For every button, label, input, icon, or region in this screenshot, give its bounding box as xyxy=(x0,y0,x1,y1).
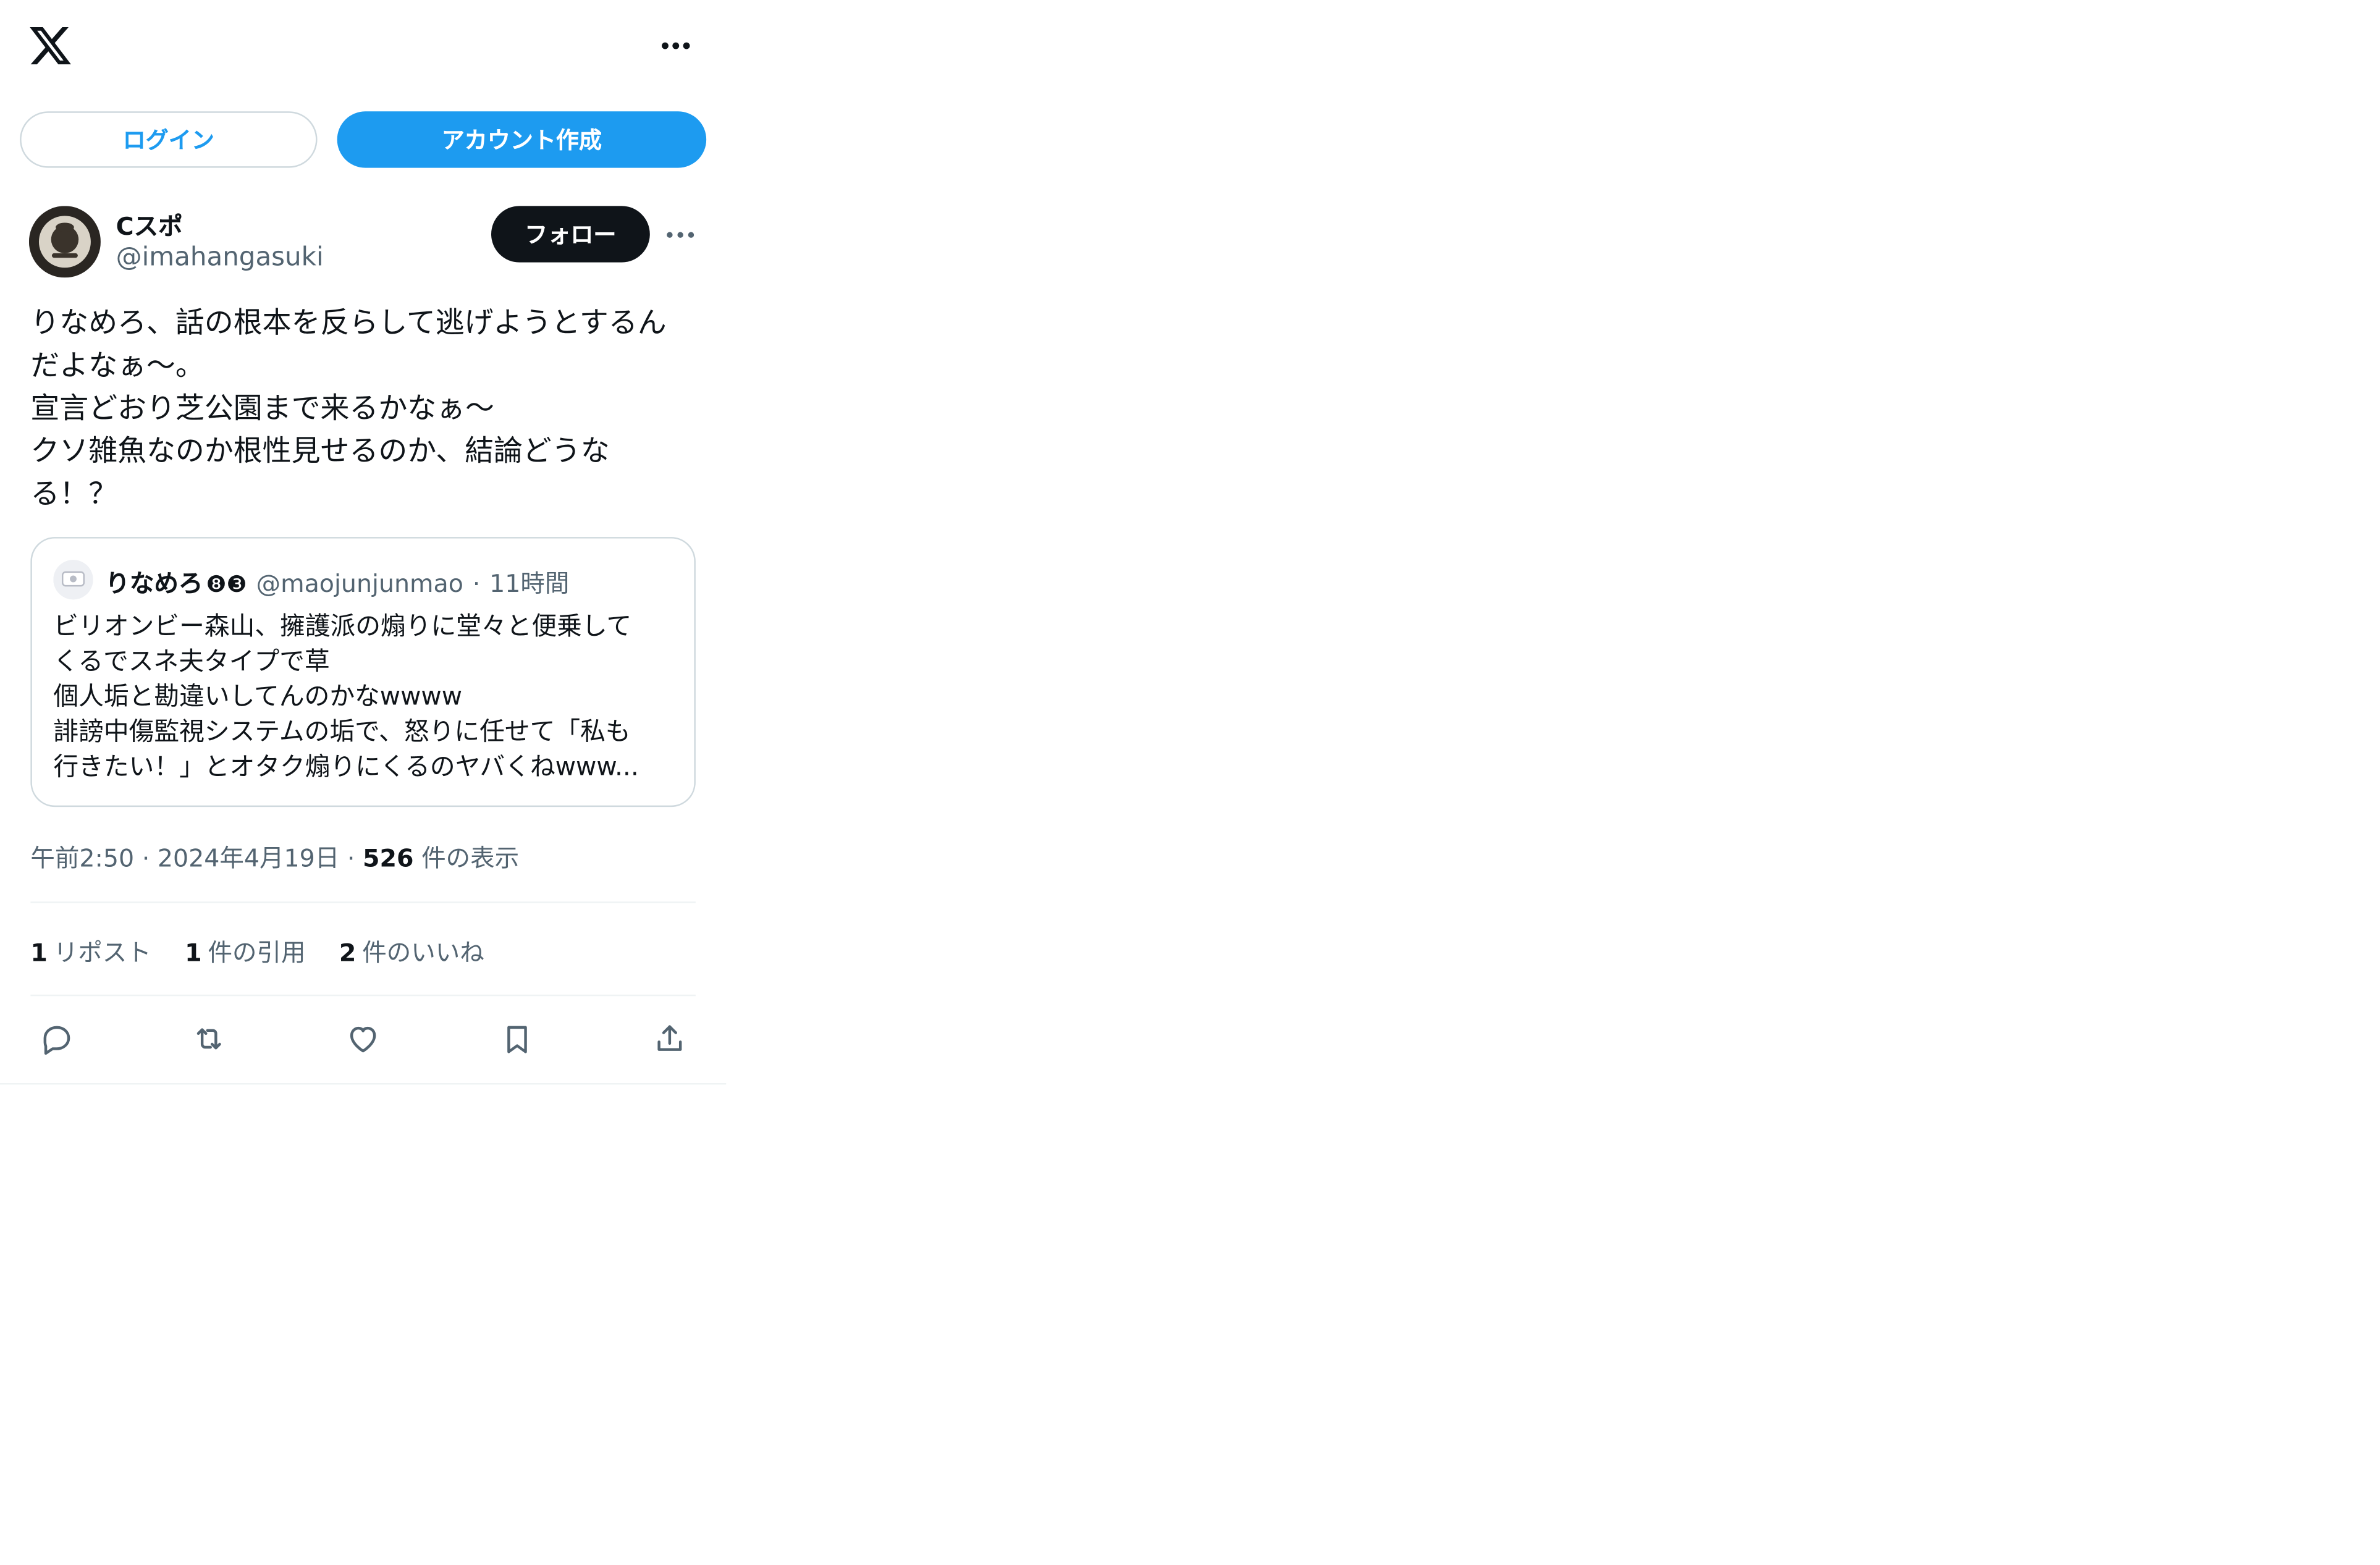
quote-time: 11時間 xyxy=(489,568,570,598)
bookmark-icon[interactable] xyxy=(494,1016,540,1061)
tweet-text-line: だよなぁ〜。 xyxy=(30,349,205,383)
quotes-label: 件の引用 xyxy=(208,938,306,968)
views-label: 件の表示 xyxy=(421,843,520,873)
reposts-label: リポスト xyxy=(53,938,151,968)
likes-label: 件のいいね xyxy=(362,938,484,968)
tweet-text: りなめろ、話の根本を反らして逃げようとするん だよなぁ〜。 宣言どおり芝公園まで… xyxy=(30,302,701,516)
quote-text: ビリオンビー森山、擁護派の煽りに堂々と便乗して くるでスネ夫タイプで草 個人垢と… xyxy=(53,609,675,784)
signup-button[interactable]: アカウント作成 xyxy=(337,111,707,168)
post-time[interactable]: 午前2:50 xyxy=(30,843,134,872)
quote-handle: @maojunjunmao xyxy=(256,568,463,598)
quote-separator: · xyxy=(472,568,481,598)
quotes-stat[interactable]: 1 件の引用 xyxy=(185,932,305,969)
engagement-stats: 1 リポスト 1 件の引用 2 件のいいね xyxy=(30,932,518,969)
quote-avatar xyxy=(53,560,93,600)
reply-icon[interactable] xyxy=(33,1016,79,1061)
likes-stat[interactable]: 2 件のいいね xyxy=(339,932,484,969)
more-horizontal-icon[interactable] xyxy=(653,27,699,64)
reposts-stat[interactable]: 1 リポスト xyxy=(30,932,151,969)
author-display-name[interactable]: Cスポ xyxy=(116,206,183,242)
quote-text-line: 行きたい！」とオタク煽りにくるのヤバくねwww... xyxy=(53,752,639,782)
tweet-text-line: りなめろ、話の根本を反らして逃げようとするん xyxy=(30,306,667,340)
tweet-page: ログイン アカウント作成 Cスポ @imahangasuki フォロー りなめろ… xyxy=(0,0,727,1085)
share-icon[interactable] xyxy=(647,1016,693,1061)
post-more-icon[interactable] xyxy=(659,218,702,251)
login-button[interactable]: ログイン xyxy=(20,111,318,168)
x-logo-icon[interactable] xyxy=(27,23,73,69)
quotes-count: 1 xyxy=(185,938,202,968)
likes-count: 2 xyxy=(339,938,357,968)
quote-text-line: 個人垢と勘違いしてんのかなwwww xyxy=(53,681,463,711)
meta-separator: · xyxy=(141,843,150,873)
quote-author-name: りなめろ xyxy=(105,568,203,598)
tweet-text-line: る！？ xyxy=(30,477,118,512)
reposts-count: 1 xyxy=(30,938,48,968)
quote-text-line: くるでスネ夫タイプで草 xyxy=(53,646,330,676)
author-handle[interactable]: @imahangasuki xyxy=(116,243,324,273)
follow-button[interactable]: フォロー xyxy=(491,206,650,263)
tweet-text-line: 宣言どおり芝公園まで来るかなぁ〜 xyxy=(30,392,494,426)
like-icon[interactable] xyxy=(340,1016,386,1061)
repost-icon[interactable] xyxy=(186,1016,232,1061)
quote-badges: ❽❸ xyxy=(206,570,247,598)
quote-text-line: 誹謗中傷監視システムの垢で、怒りに任せて「私も xyxy=(53,717,631,746)
views-count: 526 xyxy=(363,843,414,873)
quoted-tweet-card[interactable]: りなめろ ❽❸ @maojunjunmao · 11時間 ビリオンビー森山、擁護… xyxy=(30,537,696,808)
divider xyxy=(30,994,696,997)
divider xyxy=(30,901,696,903)
post-meta: 午前2:50 · 2024年4月19日 · 526 件の表示 xyxy=(30,837,519,874)
quote-text-line: ビリオンビー森山、擁護派の煽りに堂々と便乗して xyxy=(53,612,632,641)
avatar[interactable] xyxy=(28,206,101,278)
post-date[interactable]: 2024年4月19日 xyxy=(158,843,339,872)
meta-separator: · xyxy=(347,843,355,873)
quote-header: りなめろ ❽❸ @maojunjunmao · 11時間 xyxy=(105,563,569,599)
tweet-text-line: クソ雑魚なのか根性見せるのか、結論どうな xyxy=(30,434,610,468)
